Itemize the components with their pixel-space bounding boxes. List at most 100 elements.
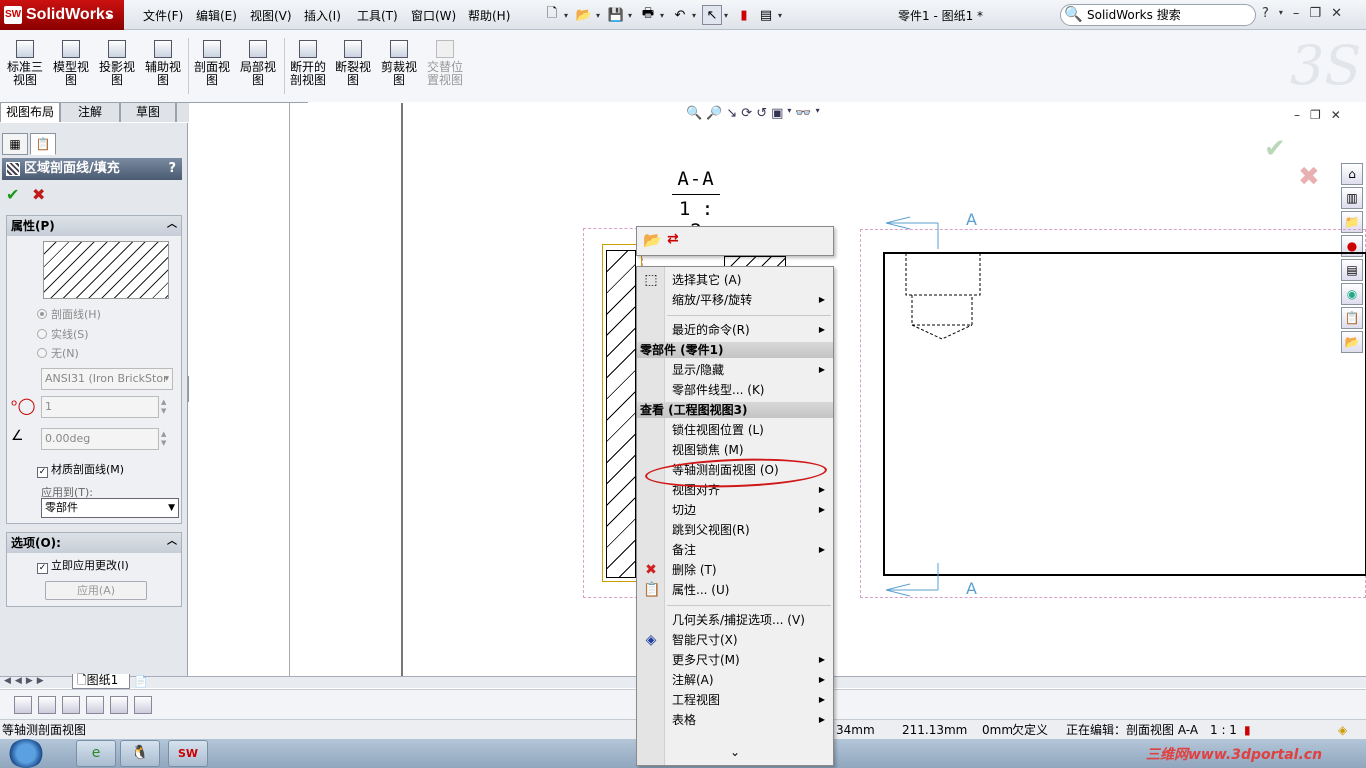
menu-item[interactable]: 视图锁焦 (M) <box>637 440 833 460</box>
solidworks-taskbar-icon[interactable]: SW <box>168 740 208 767</box>
property-manager-tab[interactable]: 📋 <box>30 133 56 155</box>
windows-start-icon[interactable] <box>8 739 44 768</box>
command-button[interactable]: 断开的剖视图 <box>287 36 329 87</box>
command-button[interactable]: 剪裁视图 <box>378 36 420 87</box>
open-part-icon[interactable]: 📂 <box>643 231 662 249</box>
section-arrow-top[interactable] <box>885 216 939 249</box>
zoom-to-area-icon[interactable]: 🔎 <box>706 106 722 121</box>
command-button[interactable]: 标准三视图 <box>4 36 46 87</box>
select-pointer-icon[interactable]: ↖ <box>702 5 722 25</box>
menu-item[interactable]: 编辑(E) <box>196 7 237 24</box>
new-document-icon[interactable]: 🗋 <box>542 5 562 25</box>
menu-item[interactable]: 最近的命令(R) ▶ <box>637 320 833 340</box>
menu-item[interactable]: 更多尺寸(M) ▶ <box>637 650 833 670</box>
line-color-icon[interactable] <box>38 695 56 714</box>
scale-spinner[interactable]: ▲ ▼ <box>161 398 171 416</box>
tags-icon[interactable]: ◈ <box>1338 720 1347 740</box>
restore-icon[interactable]: ❐ <box>1309 6 1321 21</box>
menu-item[interactable]: 切边 ▶ <box>637 500 833 520</box>
radio-none[interactable]: 无(N) <box>37 345 79 361</box>
section-arrow-bottom[interactable] <box>885 563 939 597</box>
radio-hatch[interactable]: 剖面线(H) <box>37 306 101 322</box>
options-dropdown-icon[interactable]: ▾ <box>778 11 786 20</box>
radio-solid[interactable]: 实线(S) <box>37 326 89 342</box>
section-view-label[interactable]: A-A <box>672 168 720 190</box>
print-dropdown-icon[interactable]: ▾ <box>660 11 668 20</box>
command-tab[interactable]: 视图布局 <box>0 102 60 122</box>
hide-show-items-icon[interactable]: 👓 <box>795 106 811 121</box>
apply-button[interactable]: 应用(A) <box>45 581 147 600</box>
command-button[interactable]: 投影视图 <box>96 36 138 87</box>
close-icon[interactable]: ✕ <box>1331 6 1342 21</box>
print-icon[interactable]: 🖶 <box>638 5 658 25</box>
new-dropdown-icon[interactable]: ▾ <box>564 11 572 20</box>
menu-item[interactable]: 跳到父视图(R) <box>637 520 833 540</box>
help-button[interactable]: ? <box>168 158 176 180</box>
part-outline[interactable] <box>883 252 1366 576</box>
menu-item[interactable]: 锁住视图位置 (L) <box>637 420 833 440</box>
open-folder-icon[interactable]: 📂 <box>574 5 594 25</box>
rebuild-indicator-icon[interactable]: ▮ <box>1244 720 1251 740</box>
save-dropdown-icon[interactable]: ▾ <box>628 11 636 20</box>
ok-checkmark-icon[interactable]: ✔ <box>6 185 19 204</box>
minimize-icon[interactable]: – <box>1293 6 1300 21</box>
confirm-corner-cancel-icon[interactable]: ✖ <box>1298 162 1320 192</box>
internet-explorer-icon[interactable]: e <box>76 740 116 767</box>
menu-item[interactable]: 显示/隐藏 ▶ <box>637 360 833 380</box>
help-dropdown-icon[interactable]: ▾ <box>1279 6 1283 21</box>
menu-item[interactable]: 零部件线型... (K) <box>637 380 833 400</box>
apply-to-select[interactable]: 零部件 ▼ <box>41 498 179 518</box>
qq-penguin-icon[interactable]: 🐧 <box>120 740 160 767</box>
menu-item[interactable]: 工程视图 ▶ <box>637 690 833 710</box>
confirm-corner-accept-icon[interactable]: ✔ <box>1264 134 1286 164</box>
cancel-x-icon[interactable]: ✖ <box>32 185 45 204</box>
command-button[interactable]: 剖面视图 <box>191 36 233 87</box>
add-sheet-icon[interactable]: 📄 <box>134 675 148 688</box>
hatch-angle-input[interactable]: 0.00deg <box>41 428 159 450</box>
menu-item[interactable]: 工具(T) <box>357 7 398 24</box>
solidworks-logo[interactable]: SW SolidWorks ▸ <box>0 0 124 30</box>
rotate-view-icon[interactable]: ⟳ <box>741 106 752 121</box>
command-button[interactable]: 模型视图 <box>50 36 92 87</box>
hatch-scale-input[interactable]: 1 <box>41 396 159 418</box>
command-tab[interactable]: 注解 <box>60 102 120 122</box>
menu-item[interactable]: 删除 (T) ✖ <box>637 560 833 580</box>
menu-item[interactable]: 插入(I) <box>304 7 341 24</box>
save-icon[interactable]: 💾 <box>606 5 626 25</box>
material-hatch-checkbox[interactable]: ✓ 材质剖面线(M) <box>37 461 124 478</box>
section-hatch-region[interactable] <box>606 250 636 578</box>
rebuild-traffic-light-icon[interactable]: ▮ <box>734 5 754 25</box>
collapse-chevron-icon[interactable]: ︿ <box>167 215 177 235</box>
menu-expand-more[interactable]: ⌄ <box>637 742 833 762</box>
zoom-to-fit-icon[interactable]: 🔍 <box>686 106 702 121</box>
menu-item[interactable]: 智能尺寸(X) ◈ <box>637 630 833 650</box>
open-dropdown-icon[interactable]: ▾ <box>596 11 604 20</box>
feature-manager-tab[interactable]: ▦ <box>2 133 28 155</box>
options-header[interactable]: 选项(O): ︿ <box>7 533 181 553</box>
menu-item[interactable]: 表格 ▶ <box>637 710 833 730</box>
line-thickness-icon[interactable] <box>62 695 80 714</box>
collapse-chevron-icon[interactable]: ︿ <box>167 532 177 552</box>
menu-item[interactable]: 缩放/平移/旋转 ▶ <box>637 290 833 310</box>
previous-view-icon[interactable]: ↺ <box>756 106 767 121</box>
angle-spinner[interactable]: ▲ ▼ <box>161 430 171 448</box>
search-input[interactable]: 🔍 SolidWorks 搜索 <box>1060 4 1256 26</box>
doc-restore-icon[interactable]: ❐ <box>1310 108 1321 122</box>
hide-show-dropdown-icon[interactable]: ▾ <box>816 106 820 121</box>
help-icon[interactable]: ? <box>1262 6 1269 21</box>
section-line-toggle-icon[interactable]: ⇄ <box>667 231 679 247</box>
select-dropdown-icon[interactable]: ▾ <box>724 11 732 20</box>
zoom-selection-icon[interactable]: ↘ <box>726 106 737 121</box>
command-tab[interactable]: 草图 <box>120 102 176 122</box>
menu-item[interactable]: 注解(A) ▶ <box>637 670 833 690</box>
doc-close-icon[interactable]: ✕ <box>1331 108 1341 122</box>
undo-dropdown-icon[interactable]: ▾ <box>692 11 700 20</box>
sheet-tab[interactable]: 🗋图纸1 <box>72 674 130 689</box>
properties-header[interactable]: 属性(P) ︿ <box>7 216 181 236</box>
line-style-icon[interactable] <box>86 695 104 714</box>
layer-properties-icon[interactable] <box>14 695 32 714</box>
menu-item[interactable]: 文件(F) <box>143 7 183 24</box>
menu-item[interactable]: 帮助(H) <box>468 7 510 24</box>
menu-item[interactable]: 视图(V) <box>250 7 292 24</box>
hatch-pattern-select[interactable]: ANSI31 (Iron BrickStor ▾ <box>41 368 173 390</box>
